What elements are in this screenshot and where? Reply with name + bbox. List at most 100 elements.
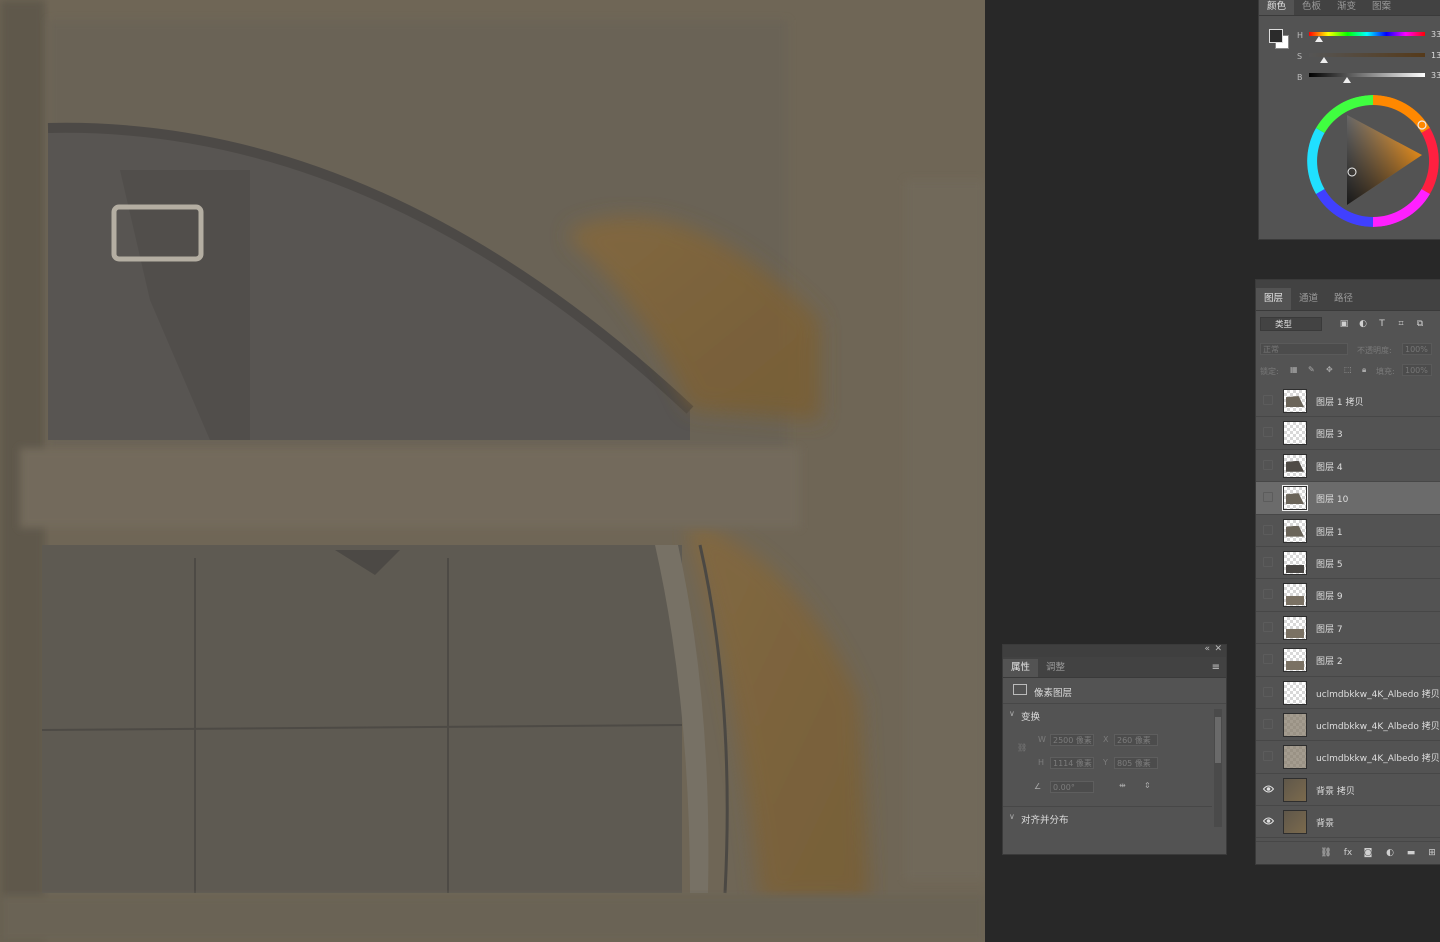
tab-gradients[interactable]: 渐变 — [1329, 0, 1364, 15]
layer-name[interactable]: 图层 1 拷贝 — [1316, 395, 1363, 408]
layer-name[interactable]: 图层 10 — [1316, 492, 1348, 505]
layer-row[interactable]: 图层 3 — [1256, 417, 1440, 450]
adjustment-filter-icon[interactable]: ◐ — [1358, 319, 1368, 329]
layer-thumbnail[interactable] — [1283, 518, 1307, 543]
layer-thumbnail[interactable] — [1283, 712, 1307, 737]
visibility-toggle[interactable] — [1263, 395, 1273, 405]
layer-name[interactable]: 图层 1 — [1316, 525, 1343, 538]
y-field[interactable]: 805 像素 — [1114, 757, 1158, 769]
layer-thumbnail[interactable] — [1282, 485, 1308, 512]
new-group-icon[interactable]: ▬ — [1405, 847, 1417, 859]
flip-horizontal-icon[interactable]: ⇹ — [1119, 781, 1126, 790]
foreground-color-swatch[interactable] — [1269, 29, 1283, 43]
shape-filter-icon[interactable]: ⌗ — [1396, 319, 1406, 329]
visibility-toggle[interactable] — [1263, 654, 1273, 665]
layer-name[interactable]: 图层 5 — [1316, 557, 1343, 570]
flip-vertical-icon[interactable]: ⇕ — [1144, 781, 1151, 790]
add-mask-icon[interactable]: ◙ — [1362, 847, 1374, 859]
visibility-toggle[interactable] — [1263, 492, 1273, 503]
layer-row[interactable]: 图层 4 — [1256, 450, 1440, 483]
layer-thumbnail[interactable] — [1283, 777, 1307, 802]
layer-row[interactable]: uclmdbkkw_4K_Albedo 拷贝 4 — [1256, 709, 1440, 742]
layer-name[interactable]: 图层 4 — [1316, 460, 1343, 473]
tab-patterns[interactable]: 图案 — [1364, 0, 1399, 15]
tab-paths[interactable]: 路径 — [1326, 288, 1361, 310]
new-layer-icon[interactable]: ⊞ — [1426, 847, 1438, 859]
layer-filter-select[interactable]: 类型 — [1260, 317, 1322, 331]
layer-thumbnail[interactable] — [1283, 648, 1307, 673]
blend-mode-select[interactable]: 正常 — [1260, 343, 1348, 355]
lock-position-icon[interactable]: ✥ — [1326, 365, 1333, 374]
layer-row[interactable]: 图层 7 — [1256, 612, 1440, 645]
layer-row[interactable]: uclmdbkkw_4K_Albedo 拷贝 5 — [1256, 677, 1440, 709]
height-field[interactable]: 1114 像素 — [1050, 757, 1094, 769]
layer-thumbnail[interactable] — [1283, 615, 1307, 640]
layer-thumbnail[interactable] — [1283, 453, 1307, 478]
layer-thumbnail[interactable] — [1283, 680, 1307, 705]
layer-name[interactable]: uclmdbkkw_4K_Albedo 拷贝 4 — [1316, 719, 1440, 732]
lock-transparent-icon[interactable]: ▦ — [1290, 365, 1298, 374]
lock-brush-icon[interactable]: ✎ — [1308, 365, 1315, 374]
layer-name[interactable]: 图层 3 — [1316, 427, 1343, 440]
visibility-toggle[interactable] — [1263, 427, 1273, 438]
document-canvas[interactable] — [0, 0, 985, 942]
link-icon[interactable]: ⛓ — [1017, 743, 1027, 752]
tab-color[interactable]: 颜色 — [1259, 0, 1295, 15]
layer-name[interactable]: 图层 7 — [1316, 622, 1343, 635]
layer-row[interactable]: 图层 1 — [1256, 515, 1440, 547]
layer-row[interactable]: 图层 2 — [1256, 644, 1440, 677]
lock-all-icon[interactable]: 🔒︎ — [1362, 365, 1366, 375]
type-filter-icon[interactable]: T — [1377, 319, 1387, 329]
saturation-value[interactable]: 13 — [1431, 51, 1440, 60]
color-wheel[interactable] — [1307, 95, 1439, 227]
align-section-title[interactable]: 对齐并分布 — [1021, 812, 1069, 826]
brightness-slider[interactable] — [1309, 73, 1425, 77]
chevron-down-icon[interactable]: ∨ — [1009, 709, 1015, 718]
layer-thumbnail[interactable] — [1283, 583, 1307, 608]
width-field[interactable]: 2500 像素 — [1050, 734, 1094, 746]
fill-field[interactable]: 100% — [1402, 364, 1432, 376]
layer-row[interactable]: 背景 — [1256, 806, 1440, 839]
layer-thumbnail[interactable] — [1283, 421, 1307, 446]
layer-name[interactable]: 背景 拷贝 — [1316, 784, 1355, 797]
x-field[interactable]: 260 像素 — [1114, 734, 1158, 746]
chevron-down-icon[interactable]: ∨ — [1009, 812, 1015, 821]
layer-name[interactable]: uclmdbkkw_4K_Albedo 拷贝 5 — [1316, 687, 1440, 700]
properties-scrollbar[interactable] — [1214, 709, 1222, 827]
layer-row[interactable]: 图层 1 拷贝 — [1256, 385, 1440, 418]
link-layers-icon[interactable]: ⛓ — [1320, 847, 1332, 859]
layer-row[interactable]: 图层 5 — [1256, 547, 1440, 580]
close-icon[interactable]: ✕ — [1214, 644, 1222, 654]
layer-name[interactable]: uclmdbkkw_4K_Albedo 拷贝 3 — [1316, 751, 1440, 764]
layer-thumbnail[interactable] — [1283, 550, 1307, 575]
layer-name[interactable]: 背景 — [1316, 816, 1334, 829]
opacity-field[interactable]: 100% — [1402, 343, 1432, 355]
tab-swatches[interactable]: 色板 — [1294, 0, 1329, 15]
visibility-toggle[interactable] — [1263, 556, 1273, 567]
layer-row[interactable]: 背景 拷贝 — [1256, 774, 1440, 807]
visibility-toggle[interactable] — [1263, 751, 1273, 762]
layer-name[interactable]: 图层 2 — [1316, 654, 1343, 667]
tab-channels[interactable]: 通道 — [1291, 288, 1326, 310]
image-filter-icon[interactable]: ▣ — [1339, 319, 1349, 329]
visibility-toggle[interactable] — [1263, 589, 1273, 600]
hue-slider[interactable] — [1309, 32, 1425, 36]
brightness-value[interactable]: 33 — [1431, 71, 1440, 80]
fx-icon[interactable]: fx — [1342, 847, 1354, 859]
panel-menu-icon[interactable]: ≡ — [1212, 662, 1220, 673]
visibility-toggle[interactable] — [1263, 621, 1273, 632]
tab-layers[interactable]: 图层 — [1256, 288, 1292, 310]
visibility-toggle[interactable] — [1263, 686, 1273, 697]
layer-thumbnail[interactable] — [1283, 810, 1307, 835]
hue-slider-thumb[interactable] — [1315, 36, 1324, 42]
new-adjustment-layer-icon[interactable]: ◐ — [1384, 847, 1396, 859]
layer-row[interactable]: 图层 9 — [1256, 579, 1440, 612]
saturation-slider-thumb[interactable] — [1320, 57, 1329, 63]
tab-properties[interactable]: 属性 — [1003, 659, 1039, 677]
eye-icon[interactable] — [1262, 816, 1275, 826]
eye-icon[interactable] — [1262, 784, 1275, 794]
visibility-toggle[interactable] — [1263, 524, 1273, 535]
lock-artboard-icon[interactable]: ⬚ — [1344, 365, 1352, 374]
angle-field[interactable]: 0.00° — [1050, 781, 1094, 793]
smart-object-filter-icon[interactable]: ⧉ — [1415, 319, 1425, 329]
